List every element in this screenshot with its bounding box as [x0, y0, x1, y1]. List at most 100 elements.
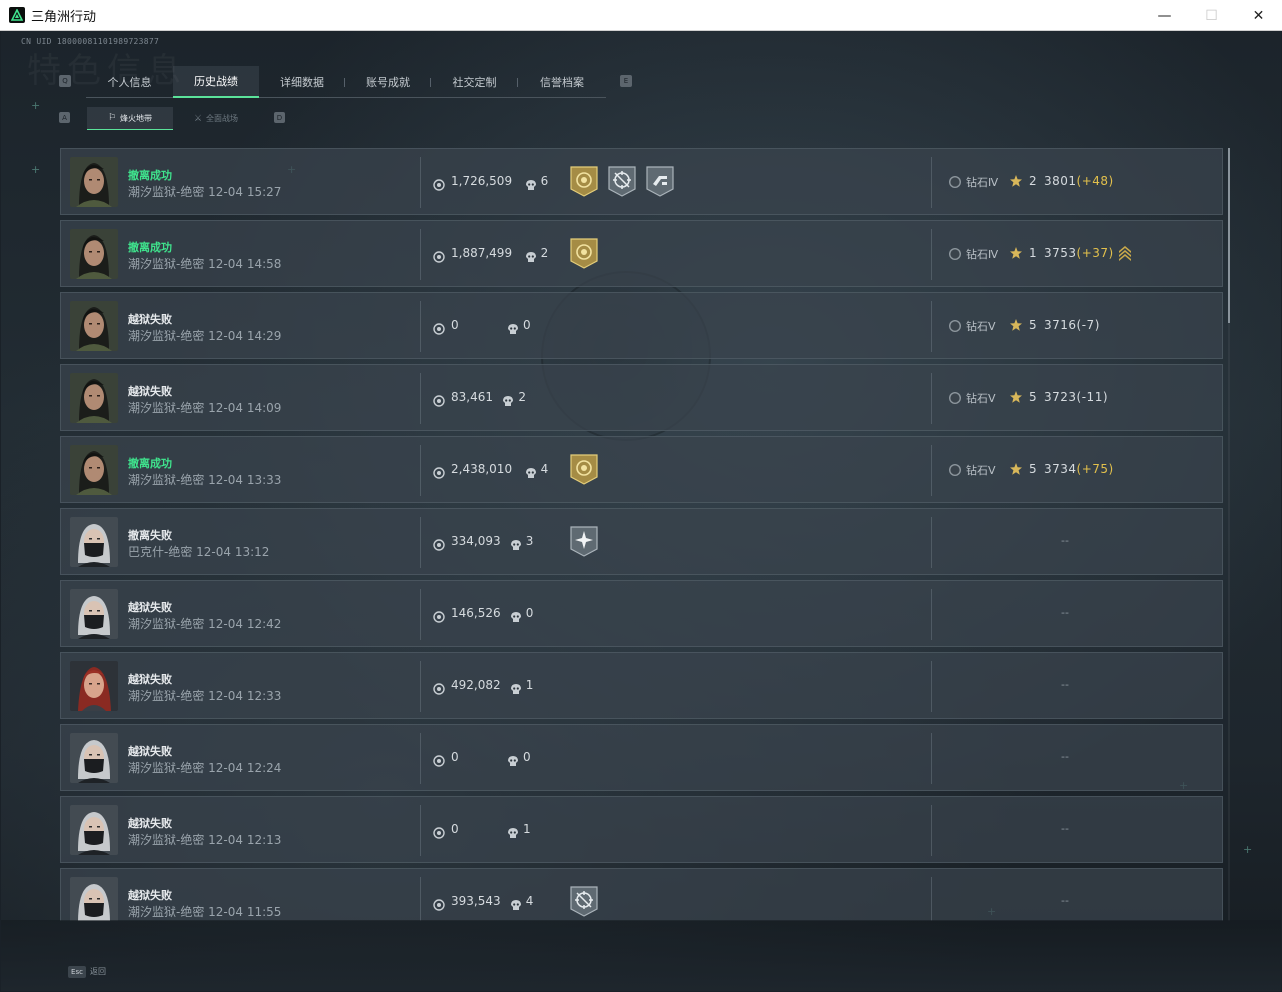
no-rank-placeholder: --: [1061, 534, 1069, 547]
row-divider: [931, 373, 932, 424]
row-divider: [420, 157, 421, 208]
diamond-rank-icon: [948, 390, 962, 404]
subtab-prev-key[interactable]: A: [59, 112, 70, 123]
row-divider: [420, 373, 421, 424]
scrollbar-thumb[interactable]: [1228, 148, 1230, 323]
coin-icon: [433, 896, 445, 911]
score-delta: (-7): [1076, 318, 1100, 332]
maximize-button[interactable]: ☐: [1188, 0, 1235, 31]
match-row[interactable]: 撤离失败 巴克什-绝密 12-04 13:12 334,093 3 --: [60, 508, 1223, 575]
star-count: 5: [1029, 462, 1037, 476]
match-history-list[interactable]: 撤离成功 潮汐监狱-绝密 12-04 15:27 1,726,509 6 钻石Ⅳ 2 380…: [60, 148, 1224, 921]
match-row[interactable]: 越狱失败 潮汐监狱-绝密 12-04 12:24 0 0 --: [60, 724, 1223, 791]
row-divider: [420, 733, 421, 784]
score-delta: (+48): [1076, 174, 1114, 188]
rank-up-chevron-icon: [1117, 244, 1133, 262]
extraction-value: 492,082: [451, 678, 501, 692]
match-map-time: 潮汐监狱-绝密 12-04 12:42: [128, 617, 282, 631]
diamond-rank-icon: [948, 318, 962, 332]
skull-icon: [510, 608, 522, 622]
extraction-value: 83,461: [451, 390, 493, 404]
star-icon: [1009, 461, 1023, 475]
close-button[interactable]: ✕: [1235, 0, 1282, 31]
match-row[interactable]: 越狱失败 潮汐监狱-绝密 12-04 12:42 146,526 0 --: [60, 580, 1223, 647]
rank-score: 3753(+37): [1044, 246, 1114, 260]
tab-5[interactable]: 信誉档案: [518, 66, 606, 98]
extraction-value: 393,543: [451, 894, 501, 908]
match-result: 越狱失败: [128, 313, 172, 326]
tab-3[interactable]: 账号成就: [345, 66, 431, 98]
operator-avatar: [70, 229, 118, 279]
extraction-value: 0: [451, 318, 459, 332]
player-uid: CN UID 18000081101989723877: [21, 37, 160, 46]
kill-count: 0: [525, 606, 534, 620]
skull-icon: [507, 320, 519, 334]
match-map-time: 潮汐监狱-绝密 12-04 11:55: [128, 905, 282, 919]
tab-label: 信誉档案: [540, 76, 584, 89]
skull-icon: [507, 752, 519, 766]
match-map-time: 潮汐监狱-绝密 12-04 13:33: [128, 473, 282, 487]
operator-avatar: [70, 877, 118, 921]
no-rank-placeholder: --: [1061, 894, 1069, 907]
skull-icon: [507, 824, 519, 838]
match-row[interactable]: 越狱失败 潮汐监狱-绝密 12-04 14:09 83,461 2 钻石Ⅴ 5 3723(-…: [60, 364, 1223, 431]
match-row[interactable]: 越狱失败 潮汐监狱-绝密 12-04 11:55 393,543 4 --: [60, 868, 1223, 921]
esc-key[interactable]: Esc: [68, 966, 86, 978]
subtab-next-key[interactable]: D: [274, 112, 285, 123]
tab-1[interactable]: 历史战绩: [173, 66, 259, 98]
match-result: 撤离成功: [128, 169, 172, 182]
extraction-value: 0: [451, 822, 459, 836]
score-delta: (+75): [1076, 462, 1114, 476]
subtab-1[interactable]: ⚔ 全面战场: [173, 107, 259, 130]
kill-count: 4: [525, 894, 534, 908]
decor-cross: +: [1243, 843, 1253, 856]
star-icon: [1009, 245, 1023, 259]
match-map-time: 潮汐监狱-绝密 12-04 14:09: [128, 401, 282, 415]
operator-avatar: [70, 589, 118, 639]
gold-target-medal-icon: [569, 237, 599, 270]
tab-0[interactable]: 个人信息: [86, 66, 173, 98]
operator-avatar: [70, 373, 118, 423]
tab-4[interactable]: 社交定制: [431, 66, 518, 98]
tab-prev-key[interactable]: Q: [59, 75, 71, 87]
match-row[interactable]: 越狱失败 潮汐监狱-绝密 12-04 14:29 0 0 钻石Ⅴ 5 3716(-7): [60, 292, 1223, 359]
coin-icon: [433, 536, 445, 551]
skull-icon: [525, 248, 537, 262]
match-map-time: 潮汐监狱-绝密 12-04 12:13: [128, 833, 282, 847]
score-value: 3716: [1044, 318, 1077, 332]
coin-icon: [433, 824, 445, 839]
kill-count: 1: [525, 678, 534, 692]
operator-avatar: [70, 157, 118, 207]
rank-score: 3801(+48): [1044, 174, 1114, 188]
match-result: 越狱失败: [128, 817, 172, 830]
minimize-button[interactable]: —: [1141, 0, 1188, 31]
back-label[interactable]: 返回: [90, 966, 106, 977]
row-divider: [420, 301, 421, 352]
match-row[interactable]: 撤离成功 潮汐监狱-绝密 12-04 14:58 1,887,499 2 钻石Ⅳ 1 375…: [60, 220, 1223, 287]
rank-name: 钻石Ⅳ: [966, 176, 999, 189]
kill-count: 6: [540, 174, 549, 188]
match-result: 撤离成功: [128, 241, 172, 254]
skull-icon: [510, 680, 522, 694]
rank-name: 钻石Ⅴ: [966, 464, 996, 477]
match-row[interactable]: 越狱失败 潮汐监狱-绝密 12-04 12:33 492,082 1 --: [60, 652, 1223, 719]
match-result: 越狱失败: [128, 601, 172, 614]
no-rank-placeholder: --: [1061, 822, 1069, 835]
score-value: 3734: [1044, 462, 1077, 476]
operator-avatar: [70, 661, 118, 711]
match-row[interactable]: 撤离成功 潮汐监狱-绝密 12-04 15:27 1,726,509 6 钻石Ⅳ 2 380…: [60, 148, 1223, 215]
score-delta: (-11): [1076, 390, 1109, 404]
coin-icon: [433, 608, 445, 623]
match-row[interactable]: 越狱失败 潮汐监狱-绝密 12-04 12:13 0 1 --: [60, 796, 1223, 863]
match-row[interactable]: 撤离成功 潮汐监狱-绝密 12-04 13:33 2,438,010 4 钻石Ⅴ 5 373…: [60, 436, 1223, 503]
tab-next-key[interactable]: E: [620, 75, 632, 87]
kill-count: 0: [523, 318, 531, 332]
swords-icon: ⚔: [193, 113, 203, 124]
gray-star-medal-icon: [569, 525, 599, 558]
row-divider: [931, 661, 932, 712]
tab-2[interactable]: 详细数据: [259, 66, 345, 98]
diamond-rank-icon: [948, 246, 962, 260]
star-count: 5: [1029, 318, 1037, 332]
subtab-0[interactable]: ⚐ 烽火地带: [87, 107, 173, 130]
crosshair-medal-icon: [607, 165, 637, 198]
